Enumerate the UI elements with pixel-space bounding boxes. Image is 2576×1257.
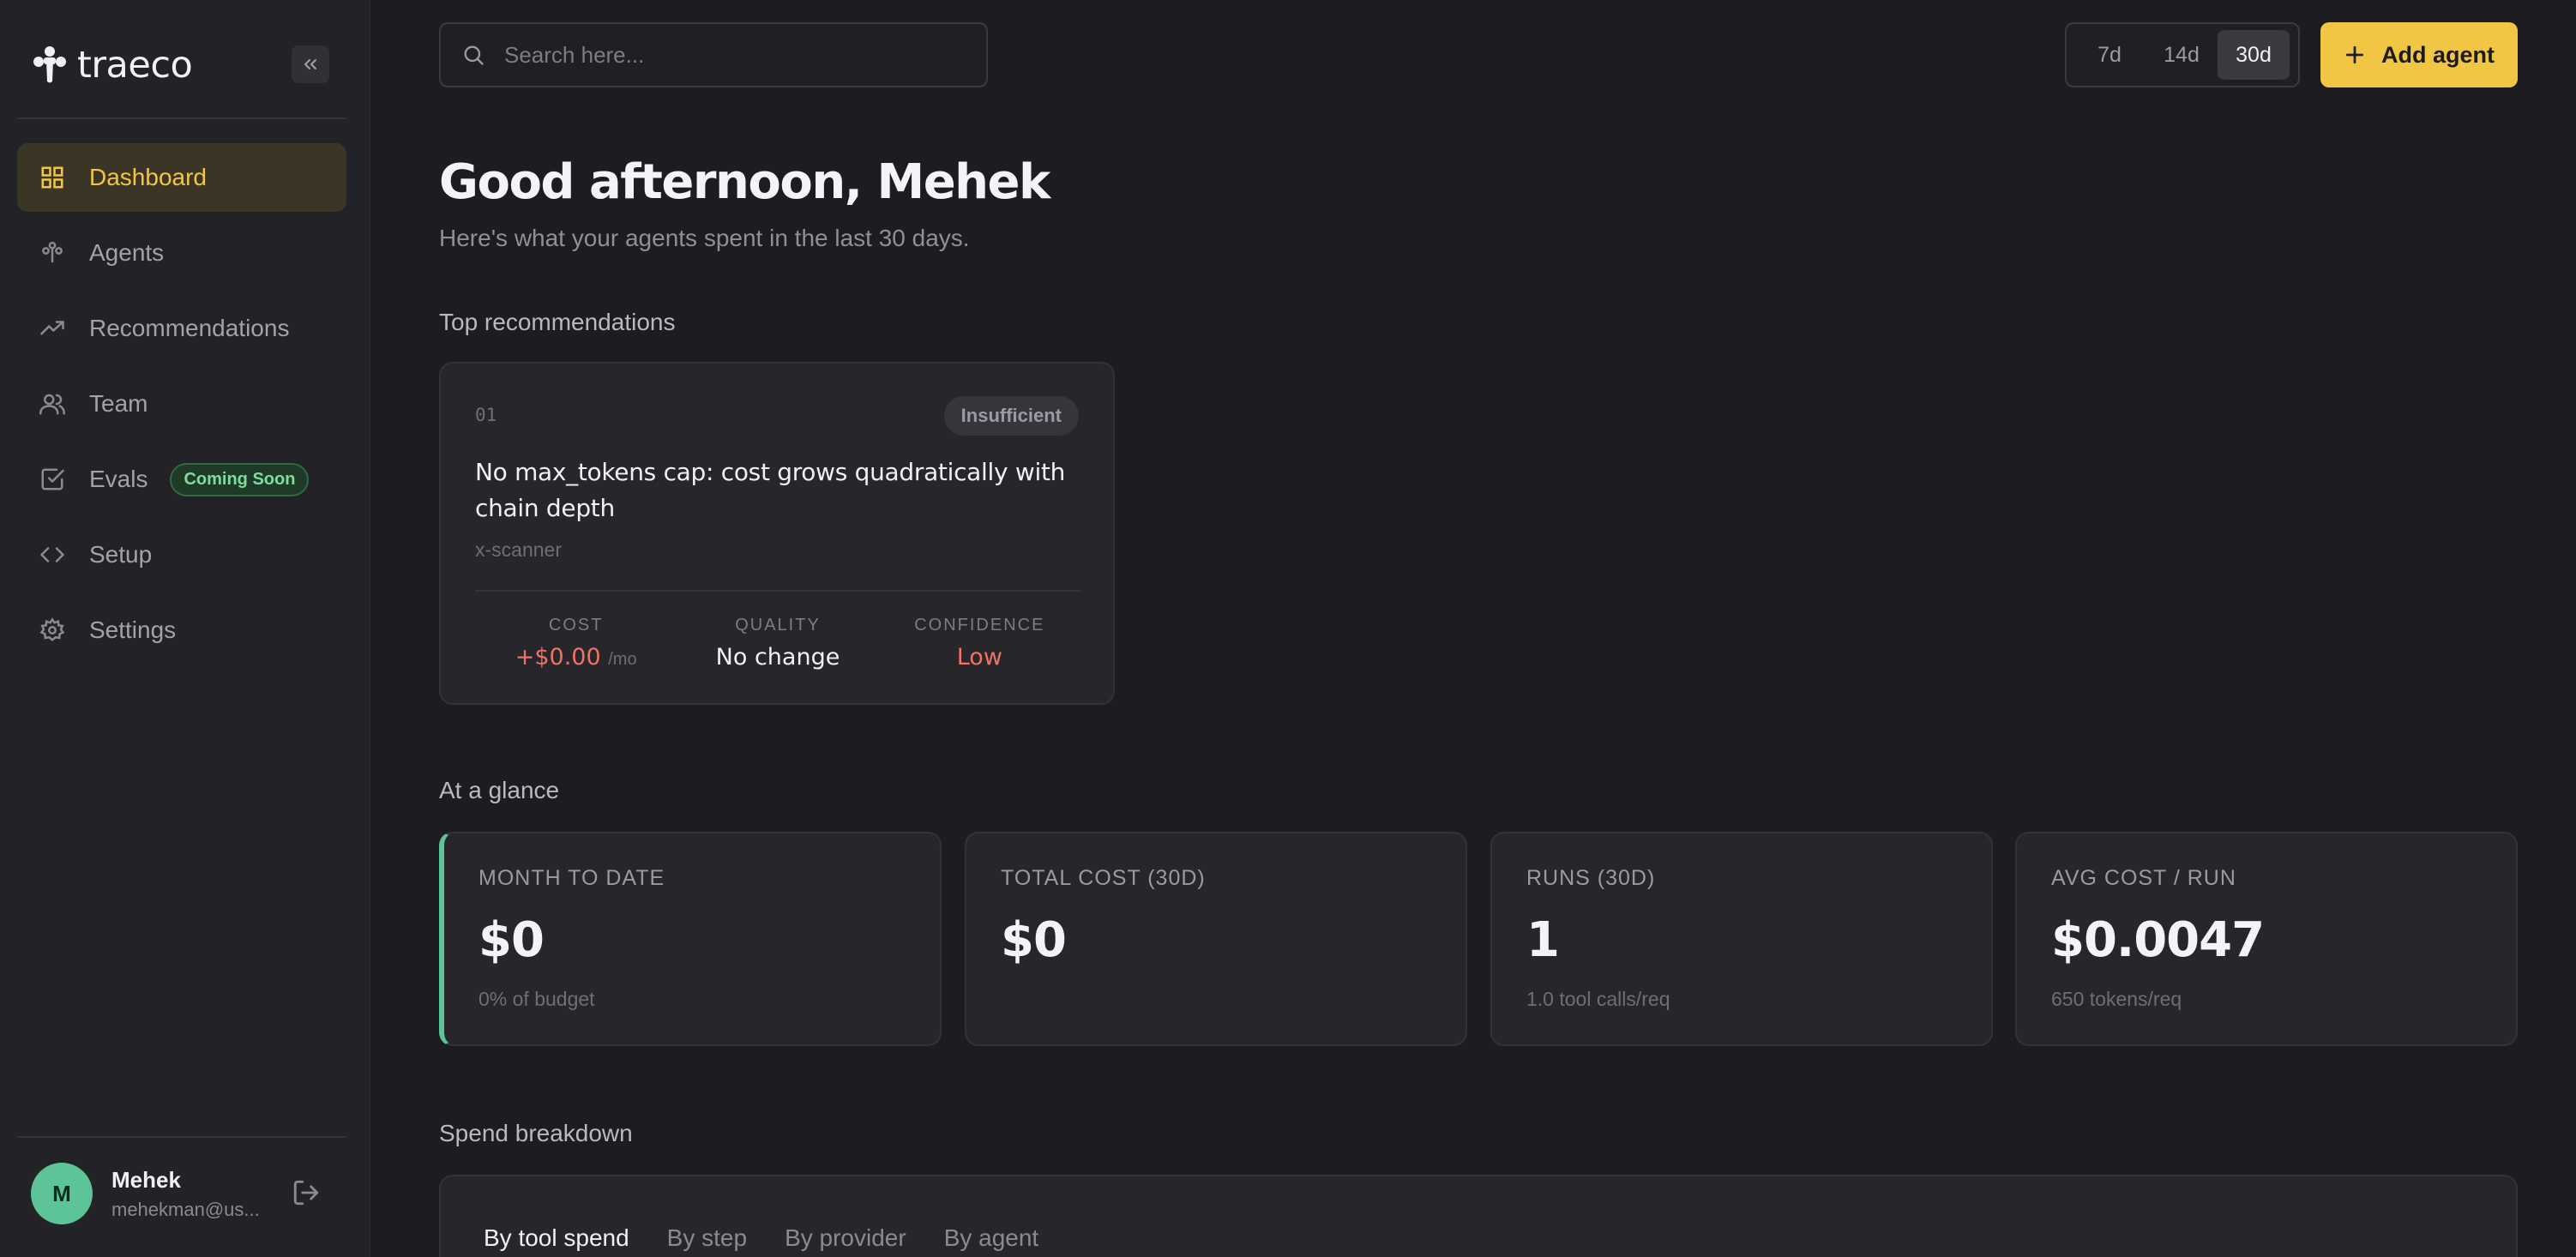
logout-icon[interactable] xyxy=(292,1178,321,1207)
stat-value: 1 xyxy=(1526,912,1560,968)
user-name: Mehek xyxy=(111,1166,181,1193)
tab-by-tool-spend[interactable]: By tool spend xyxy=(484,1224,629,1252)
chevrons-left-icon xyxy=(304,59,316,69)
plus-icon xyxy=(2345,45,2364,64)
breakdown-tabs: By tool spend By step By provider By age… xyxy=(484,1224,1076,1252)
stat-value: $0 xyxy=(478,912,545,968)
glance-section-title: At a glance xyxy=(439,777,560,803)
stat-card-avg-cost: AVG COST / RUN $0.0047 650 tokens/req xyxy=(2015,832,2518,1046)
metric-label: COST xyxy=(548,616,604,635)
sidebar-item-dashboard[interactable]: Dashboard xyxy=(17,143,346,212)
spend-breakdown-panel: By tool spend By step By provider By age… xyxy=(439,1175,2518,1257)
range-14d-button[interactable]: 14d xyxy=(2146,30,2218,80)
cost-unit: /mo xyxy=(608,650,637,669)
sidebar-item-recommendations[interactable]: Recommendations xyxy=(17,294,346,363)
stat-label: AVG COST / RUN xyxy=(2051,866,2236,890)
grid-icon xyxy=(41,166,63,189)
recommendation-title: No max_tokens cap: cost grows quadratica… xyxy=(475,458,1066,522)
metric-cost: COST +$0.00 /mo xyxy=(475,616,677,671)
metric-label: QUALITY xyxy=(735,616,821,635)
gear-icon xyxy=(39,617,65,641)
sidebar-item-setup[interactable]: Setup xyxy=(17,520,346,589)
sidebar: traeco Dashboard Agents Recommendations xyxy=(0,0,370,1257)
status-badge: Insufficient xyxy=(943,396,1079,436)
sidebar-item-team[interactable]: Team xyxy=(17,370,346,438)
sidebar-item-label: Settings xyxy=(89,616,177,643)
stat-subtext: 0% of budget xyxy=(478,988,595,1010)
checkbox-icon xyxy=(41,468,64,490)
sidebar-item-settings[interactable]: Settings xyxy=(17,596,346,665)
page-title: Good afternoon, Mehek xyxy=(439,154,1050,210)
metric-quality: QUALITY No change xyxy=(677,616,878,671)
avatar: M xyxy=(31,1163,93,1224)
sidebar-divider xyxy=(17,1136,346,1138)
recommendation-number: 01 xyxy=(475,405,497,425)
brand-name: traeco xyxy=(77,44,193,87)
coming-soon-badge: Coming Soon xyxy=(170,462,310,496)
range-30d-button[interactable]: 30d xyxy=(2218,30,2290,80)
user-profile[interactable]: M Mehek mehekman@us... xyxy=(31,1163,260,1224)
brand-logo[interactable]: traeco xyxy=(33,41,193,89)
sidebar-item-agents[interactable]: Agents xyxy=(17,219,346,287)
range-7d-button[interactable]: 7d xyxy=(2073,30,2146,80)
stat-label: TOTAL COST (30D) xyxy=(1001,866,1206,890)
stat-label: RUNS (30D) xyxy=(1526,866,1656,890)
date-range-selector: 7d 14d 30d xyxy=(2065,22,2300,87)
code-icon xyxy=(40,547,64,562)
tab-by-step[interactable]: By step xyxy=(667,1224,747,1252)
stat-subtext: 650 tokens/req xyxy=(2051,988,2182,1010)
metric-confidence: CONFIDENCE Low xyxy=(879,616,1080,671)
sidebar-item-evals[interactable]: Evals Coming Soon xyxy=(17,445,346,514)
user-email: mehekman@us... xyxy=(111,1198,260,1220)
page-subtitle: Here's what your agents spent in the las… xyxy=(439,225,970,251)
stat-value: $0 xyxy=(1001,912,1067,968)
tab-by-agent[interactable]: By agent xyxy=(944,1224,1039,1252)
metric-label: CONFIDENCE xyxy=(914,616,1045,635)
traeco-logo-icon xyxy=(33,46,66,83)
search-input[interactable] xyxy=(504,41,967,69)
stat-card-total-cost: TOTAL COST (30D) $0 xyxy=(965,832,1467,1046)
stat-card-runs: RUNS (30D) 1 1.0 tool calls/req xyxy=(1490,832,1993,1046)
recommendation-agent: x-scanner xyxy=(475,538,562,561)
stat-card-month-to-date: MONTH TO DATE $0 0% of budget xyxy=(439,832,942,1046)
sidebar-item-label: Dashboard xyxy=(89,164,207,190)
sidebar-divider xyxy=(17,117,346,119)
sidebar-item-label: Team xyxy=(89,390,148,417)
sidebar-item-label: Setup xyxy=(89,541,153,568)
trending-up-icon xyxy=(40,321,64,335)
stat-value: $0.0047 xyxy=(2051,912,2265,968)
search-icon xyxy=(464,45,484,65)
sidebar-item-label: Agents xyxy=(89,239,165,266)
users-icon xyxy=(39,394,65,415)
collapse-sidebar-button[interactable] xyxy=(292,45,329,83)
metric-value: Low xyxy=(956,644,1002,671)
stat-label: MONTH TO DATE xyxy=(478,866,665,890)
tab-by-provider[interactable]: By provider xyxy=(785,1224,906,1252)
agent-icon xyxy=(42,241,63,263)
search-bar[interactable] xyxy=(439,22,988,87)
metric-value: +$0.00 /mo xyxy=(475,644,677,671)
add-agent-label: Add agent xyxy=(2381,41,2495,68)
metric-value: No change xyxy=(715,644,840,671)
card-divider xyxy=(475,590,1080,592)
recommendations-section-title: Top recommendations xyxy=(439,309,676,335)
recommendation-metrics: COST +$0.00 /mo QUALITY No change CONFID… xyxy=(475,616,1080,671)
recommendation-card[interactable]: 01 Insufficient No max_tokens cap: cost … xyxy=(439,362,1115,705)
cost-value: +$0.00 xyxy=(515,644,601,671)
sidebar-nav: Dashboard Agents Recommendations Team Ev… xyxy=(17,143,346,671)
add-agent-button[interactable]: Add agent xyxy=(2320,22,2518,87)
sidebar-item-label: Evals xyxy=(89,466,148,492)
sidebar-item-label: Recommendations xyxy=(89,315,290,341)
stat-subtext: 1.0 tool calls/req xyxy=(1526,988,1670,1010)
breakdown-section-title: Spend breakdown xyxy=(439,1120,633,1146)
